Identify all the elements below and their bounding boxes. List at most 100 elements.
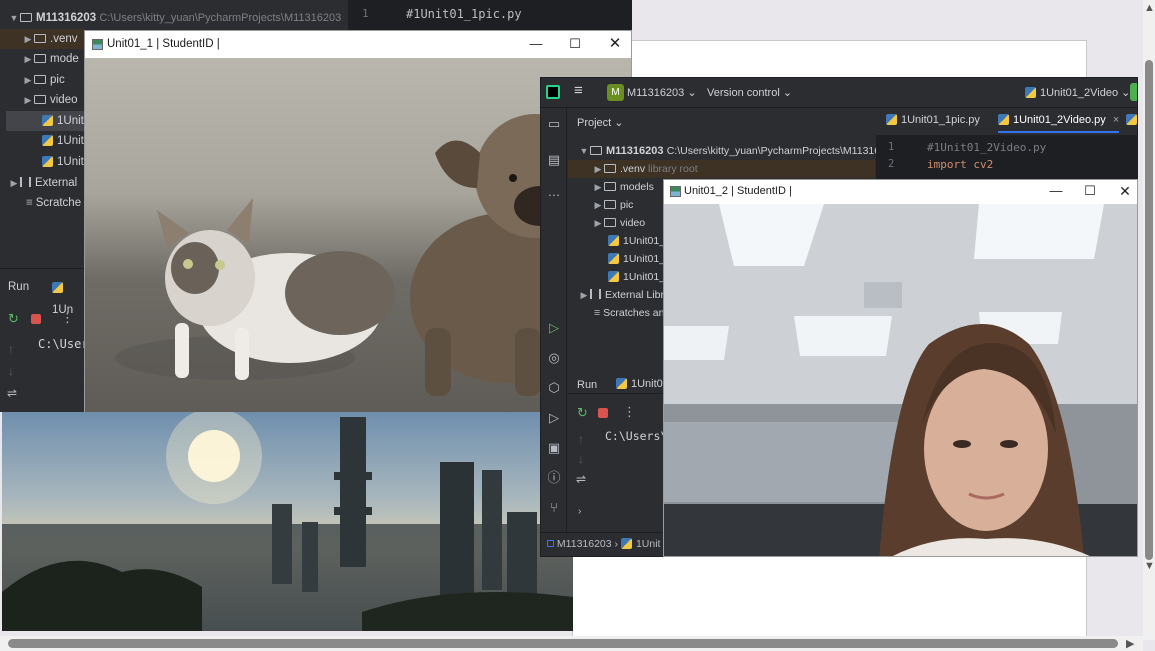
tree-item[interactable]: 1Unit01_1: [608, 232, 671, 250]
rerun-icon[interactable]: ↻: [577, 405, 588, 421]
soft-wrap-icon[interactable]: ⇌: [576, 472, 586, 486]
vertical-scrollbar[interactable]: ▲ ▼: [1143, 0, 1155, 640]
window-title: Unit01_1 | StudentID |: [107, 38, 220, 50]
project-root-row[interactable]: ▼ M11316203 C:\Users\kitty_yuan\PycharmPr…: [578, 142, 898, 160]
tree-item[interactable]: 1Unit: [42, 131, 84, 151]
minimize-icon[interactable]: —: [1041, 182, 1071, 200]
python-file-icon: [608, 271, 619, 282]
app-icon: [670, 186, 681, 197]
run-config-selector[interactable]: 1Unit01_2Video ⌄: [1025, 86, 1130, 99]
main-toolbar: ≡ M M11316203 ⌄ Version control ⌄ 1Unit0…: [541, 78, 1137, 108]
project-path: C:\Users\kitty_yuan\PycharmProjects\M113…: [99, 12, 342, 24]
arrow-down-icon[interactable]: ↓: [8, 364, 14, 378]
minimize-icon[interactable]: —: [521, 35, 551, 53]
soft-wrap-icon[interactable]: ⇌: [7, 386, 17, 400]
python-file-icon: [42, 135, 53, 146]
tab-file-1[interactable]: 1Unit01_1pic.py: [886, 114, 980, 126]
python-file-icon: [608, 253, 619, 264]
tree-item[interactable]: ▶ pic: [22, 70, 65, 90]
project-panel-title[interactable]: Project ⌄: [577, 116, 624, 129]
desktop: 1 #1Unit01_1pic.py ▼ M11316203 C:\Users\k…: [0, 0, 1155, 651]
folder-icon: [20, 13, 32, 22]
stop-icon[interactable]: [598, 408, 608, 418]
arrow-down-icon[interactable]: ↓: [578, 452, 584, 466]
version-control-menu[interactable]: Version control ⌄: [707, 86, 792, 99]
tree-item[interactable]: ▶ video: [22, 90, 78, 110]
tree-item-external[interactable]: ▶ External: [8, 173, 77, 193]
tree-item[interactable]: 1Unit01_3: [608, 268, 671, 286]
tab-file-2-active[interactable]: 1Unit01_2Video.py ×: [998, 114, 1120, 133]
chevron-right-icon: ▶: [594, 200, 602, 210]
more-tools-icon[interactable]: …: [546, 184, 562, 200]
chevron-right-icon: ▶: [594, 164, 602, 174]
tree-item-scratches[interactable]: ≡ Scratches and: [594, 304, 670, 322]
project-path: C:\Users\kitty_yuan\PycharmProjects\M113…: [666, 145, 898, 157]
horizontal-scrollbar[interactable]: ▶: [0, 636, 1143, 651]
git-icon[interactable]: ⑂: [546, 500, 562, 516]
python-file-icon: [52, 282, 63, 293]
python-console-icon[interactable]: ◎: [546, 350, 562, 366]
chevron-down-icon: ▼: [579, 146, 589, 156]
services-icon[interactable]: ▷: [546, 410, 562, 426]
tree-item[interactable]: ▶ .venv library root: [592, 160, 698, 178]
pycharm-logo-icon: [546, 85, 560, 99]
tree-item[interactable]: ▶ .venv: [22, 29, 78, 49]
breadcrumb[interactable]: M11316203 › 1Unit: [547, 538, 660, 550]
tree-item-selected[interactable]: 1Unit: [6, 111, 84, 131]
arrow-up-icon[interactable]: ↑: [578, 432, 584, 446]
window-titlebar[interactable]: Unit01_1 | StudentID | — ☐ ✕: [85, 31, 631, 58]
window-title: Unit01_2 | StudentID |: [684, 185, 792, 197]
more-icon[interactable]: ⋮: [61, 310, 74, 326]
project-badge: M: [607, 84, 624, 101]
folder-icon[interactable]: ▭: [546, 116, 562, 132]
project-root-row[interactable]: ▼ M11316203 C:\Users\kitty_yuan\PycharmPr…: [8, 8, 342, 28]
stop-icon[interactable]: [31, 314, 41, 324]
close-icon[interactable]: ✕: [600, 35, 630, 53]
project-switcher[interactable]: M11316203 ⌄: [627, 86, 697, 99]
folder-icon: [604, 182, 616, 191]
scratches-icon: ≡: [594, 307, 601, 319]
close-tab-icon[interactable]: ×: [1113, 114, 1119, 126]
tree-item[interactable]: ▶ pic: [592, 196, 634, 214]
chevron-right-icon: ▶: [24, 95, 32, 105]
tree-item-scratches[interactable]: ≡ Scratche: [26, 193, 81, 213]
more-icon[interactable]: ⋮: [623, 404, 636, 420]
scratches-icon: ≡: [26, 197, 33, 209]
vertical-scroll-thumb[interactable]: [1145, 60, 1153, 560]
chevron-right-icon: ▶: [580, 290, 588, 300]
code-comment: #1Unit01_2Video.py: [927, 141, 1047, 154]
maximize-icon[interactable]: ☐: [1075, 182, 1105, 200]
tree-item[interactable]: 1Unit: [42, 152, 84, 172]
chevron-down-icon: ▼: [9, 13, 19, 23]
terminal-icon[interactable]: ▣: [546, 440, 562, 456]
line-number: 1: [888, 141, 895, 153]
folder-icon: [34, 95, 46, 104]
close-icon[interactable]: ✕: [1110, 182, 1137, 200]
folder-icon: [34, 34, 46, 43]
scroll-up-icon[interactable]: ▲: [1144, 2, 1155, 14]
chevron-right-icon[interactable]: ›: [578, 506, 581, 517]
chevron-right-icon: ▶: [594, 182, 602, 192]
maximize-icon[interactable]: ☐: [560, 35, 590, 53]
tree-item[interactable]: ▶ video: [592, 214, 646, 232]
tree-item[interactable]: ▶ models: [592, 178, 654, 196]
tree-item[interactable]: ▶ mode: [22, 49, 79, 69]
hamburger-menu-icon[interactable]: ≡: [574, 82, 583, 99]
tree-item-external[interactable]: ▶ External Libra: [578, 286, 670, 304]
python-packages-icon[interactable]: ⬡: [546, 380, 562, 396]
horizontal-scroll-thumb[interactable]: [8, 639, 1118, 648]
structure-icon[interactable]: ▤: [546, 152, 562, 168]
scroll-down-icon[interactable]: ▼: [1144, 560, 1155, 572]
rerun-icon[interactable]: ↻: [8, 311, 19, 327]
run-button[interactable]: [1130, 83, 1137, 101]
window-titlebar[interactable]: Unit01_2 | StudentID | — ☐ ✕: [664, 180, 1137, 204]
run-tool-icon[interactable]: ▷: [546, 320, 562, 336]
run-tab[interactable]: 1Unit01: [616, 378, 669, 390]
problems-icon[interactable]: ⓘ: [546, 470, 562, 486]
scroll-right-icon[interactable]: ▶: [1126, 637, 1134, 650]
folder-icon: [590, 146, 602, 155]
arrow-up-icon[interactable]: ↑: [8, 342, 14, 356]
run-label: Run: [577, 379, 598, 391]
tab-file-3[interactable]: [1126, 114, 1137, 126]
tool-window-bar: ▭ ▤ … ▷ ◎ ⬡ ▷ ▣ ⓘ ⑂: [541, 108, 567, 556]
